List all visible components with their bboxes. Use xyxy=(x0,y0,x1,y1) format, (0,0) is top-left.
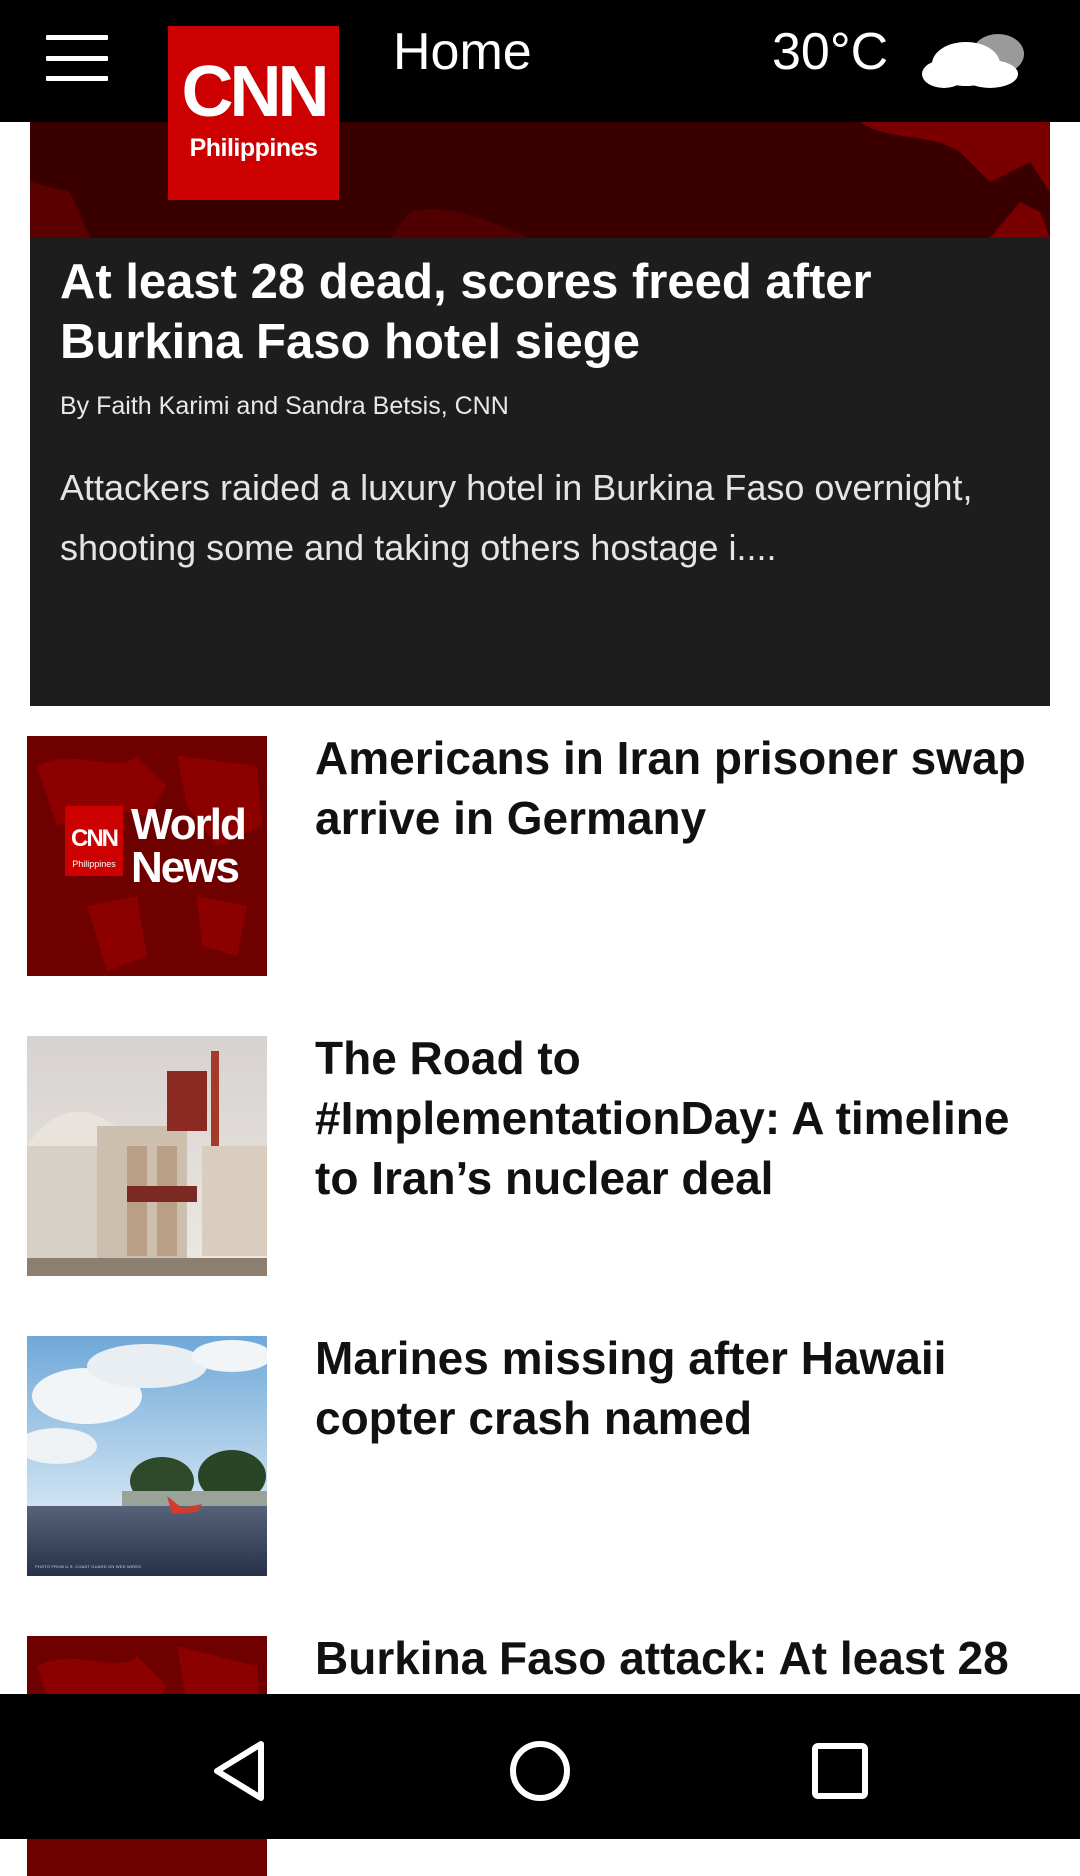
news-list-item[interactable]: The Road to #ImplementationDay: A timeli… xyxy=(27,1032,1057,1276)
news-title[interactable]: Americans in Iran prisoner swap arrive i… xyxy=(315,728,1055,848)
partly-cloudy-icon xyxy=(922,34,1024,88)
featured-story-summary: Attackers raided a luxury hotel in Burki… xyxy=(60,467,973,568)
news-thumbnail: PHOTO FROM U.S. COAST GUARD ON WED WIRES xyxy=(27,1336,267,1576)
thumb-label-line1: World xyxy=(131,800,245,849)
temperature-label: 30°C xyxy=(772,23,889,81)
news-thumbnail: CNN Philippines World News xyxy=(27,736,267,976)
thumb-logo-brand: CNN xyxy=(71,825,118,852)
news-title[interactable]: Marines missing after Hawaii copter cras… xyxy=(315,1328,1055,1448)
thumb-logo-region: Philippines xyxy=(72,859,116,869)
cnn-philippines-logo[interactable]: CNN Philippines xyxy=(168,26,339,200)
news-thumbnail xyxy=(27,1036,267,1276)
featured-story-byline: By Faith Karimi and Sandra Betsis, CNN xyxy=(60,392,509,420)
page-title: Home xyxy=(393,23,532,81)
top-app-bar: Home 30°C xyxy=(0,0,1080,122)
news-list-item[interactable]: PHOTO FROM U.S. COAST GUARD ON WED WIRES… xyxy=(27,1332,1057,1576)
logo-region: Philippines xyxy=(189,134,318,162)
recents-square-icon[interactable] xyxy=(805,1736,875,1806)
news-title[interactable]: Burkina Faso attack: At least 28 xyxy=(315,1628,1055,1688)
logo-brand: CNN xyxy=(181,52,330,132)
featured-story-card[interactable]: At least 28 dead, scores freed after Bur… xyxy=(30,122,1050,706)
thumb-label-line2: News xyxy=(131,843,238,892)
news-list-item[interactable]: CNN Philippines World News Americans in … xyxy=(27,732,1057,976)
news-title[interactable]: The Road to #ImplementationDay: A timeli… xyxy=(315,1028,1055,1208)
hamburger-menu-icon[interactable] xyxy=(46,35,108,81)
home-circle-icon[interactable] xyxy=(505,1736,575,1806)
thumbnail-caption: PHOTO FROM U.S. COAST GUARD ON WED WIRES xyxy=(35,1564,142,1569)
system-navigation-bar xyxy=(0,1694,1080,1839)
featured-story-title[interactable]: At least 28 dead, scores freed after Bur… xyxy=(60,252,1035,372)
back-triangle-icon[interactable] xyxy=(205,1736,275,1806)
